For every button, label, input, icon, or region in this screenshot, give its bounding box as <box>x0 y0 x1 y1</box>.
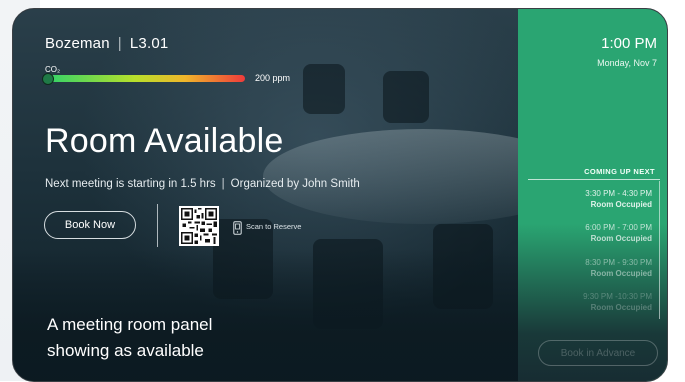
event-time: 3:30 PM - 4:30 PM <box>585 189 652 198</box>
action-divider <box>157 204 158 247</box>
room-panel-card: Bozeman | L3.01 CO₂ 200 ppm Room Availab… <box>12 8 668 382</box>
current-time: 1:00 PM <box>601 35 657 52</box>
book-in-advance-button[interactable]: Book in Advance <box>538 340 658 366</box>
upcoming-event: 6:00 PM - 7:00 PM Room Occupied <box>518 223 652 243</box>
event-status: Room Occupied <box>590 234 652 243</box>
room-status-title: Room Available <box>45 122 284 160</box>
event-status: Room Occupied <box>590 269 652 278</box>
caption-line-1: A meeting room panel <box>47 315 213 334</box>
caption: A meeting room panel showing as availabl… <box>47 312 212 364</box>
timeline-line <box>659 181 660 319</box>
room-number: L3.01 <box>129 35 169 52</box>
room-header: Bozeman | L3.01 <box>45 35 168 52</box>
co2-level-bar <box>45 75 245 82</box>
header-separator: | <box>117 35 122 52</box>
organizer-text: Organized by John Smith <box>230 178 360 190</box>
location-name: Bozeman <box>45 35 110 52</box>
event-status: Room Occupied <box>590 200 652 209</box>
scan-to-reserve-label: Scan to Reserve <box>246 222 302 231</box>
chair-shape <box>303 64 345 114</box>
caption-line-2: showing as available <box>47 341 204 360</box>
meeting-info: Next meeting is starting in 1.5 hrs | Orga… <box>45 178 360 190</box>
upcoming-event: 9:30 PM -10:30 PM Room Occupied <box>518 292 652 312</box>
phone-icon <box>233 220 242 235</box>
co2-level-indicator <box>42 73 54 85</box>
event-status: Room Occupied <box>590 303 652 312</box>
qr-code-icon[interactable] <box>179 206 219 246</box>
chair-shape <box>383 71 429 123</box>
event-time: 8:30 PM - 9:30 PM <box>585 258 652 267</box>
meeting-info-separator: | <box>221 178 225 190</box>
upcoming-event: 3:30 PM - 4:30 PM Room Occupied <box>518 189 652 209</box>
coming-up-next-heading: COMING UP NEXT <box>584 167 655 176</box>
event-time: 6:00 PM - 7:00 PM <box>585 223 652 232</box>
coming-up-divider <box>528 179 660 180</box>
upcoming-event: 8:30 PM - 9:30 PM Room Occupied <box>518 258 652 278</box>
book-now-button[interactable]: Book Now <box>44 211 136 239</box>
co2-value: 200 ppm <box>255 73 291 83</box>
current-date: Monday, Nov 7 <box>597 58 657 68</box>
next-meeting-text: Next meeting is starting in 1.5 hrs <box>45 178 216 190</box>
event-time: 9:30 PM -10:30 PM <box>583 292 652 301</box>
